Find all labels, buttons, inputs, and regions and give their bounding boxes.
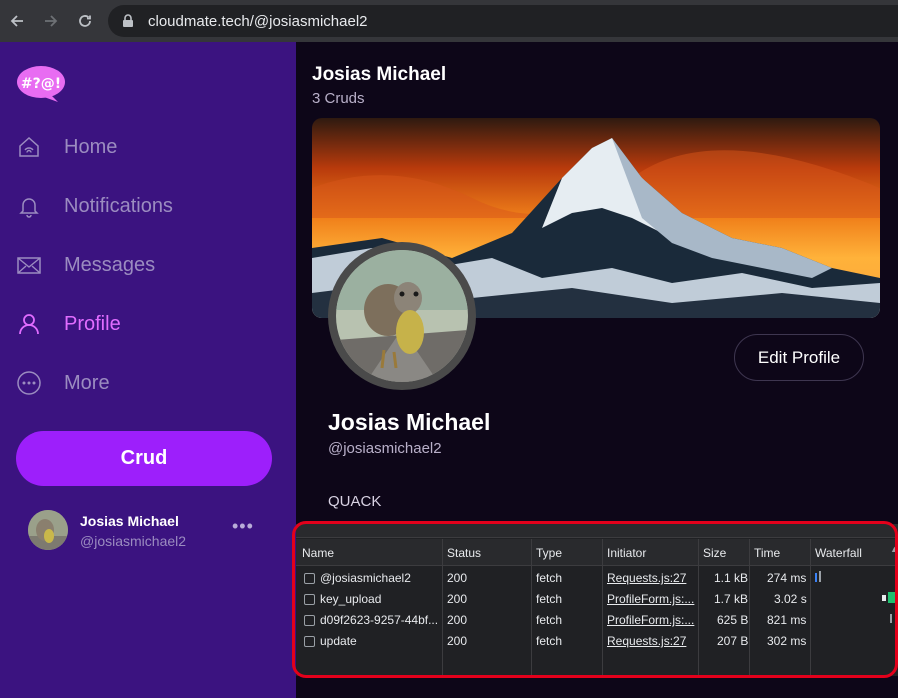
request-size: 625 B (717, 613, 749, 627)
table-row[interactable]: d09f2623-9257-44bf... 200 fetch ProfileF… (296, 610, 898, 631)
sidebar-item-label: Home (64, 135, 118, 158)
request-status: 200 (447, 613, 468, 627)
profile-handle: @josiasmichael2 (328, 440, 442, 457)
request-time: 821 ms (767, 613, 807, 627)
col-name[interactable]: Name (302, 546, 334, 560)
header-profile-name: Josias Michael (312, 64, 447, 85)
waterfall-bar (882, 595, 886, 601)
more-dots-icon[interactable]: ••• (232, 516, 254, 537)
profile-avatar[interactable] (328, 242, 476, 390)
sidebar-item-label: Messages (64, 253, 156, 276)
crud-button[interactable]: Crud (16, 431, 272, 486)
home-icon (16, 134, 42, 160)
checkbox[interactable] (304, 636, 315, 647)
sidebar-item-more[interactable]: More (0, 359, 296, 407)
back-button[interactable] (0, 0, 34, 42)
sidebar-item-label: Notifications (64, 194, 173, 217)
sort-up-icon: ▲ (890, 544, 898, 554)
address-bar[interactable]: cloudmate.tech/@josiasmichael2 (108, 5, 898, 37)
request-type: fetch (536, 634, 563, 648)
table-row[interactable]: update 200 fetch Requests.js:27 207 B 30… (296, 631, 898, 652)
edit-profile-button[interactable]: Edit Profile (734, 334, 864, 381)
arrow-right-icon (45, 15, 58, 27)
request-time: 3.02 s (774, 592, 807, 606)
col-initiator[interactable]: Initiator (607, 546, 646, 560)
user-icon (16, 311, 42, 337)
request-initiator[interactable]: ProfileForm.js:... (607, 592, 695, 606)
request-initiator[interactable]: Requests.js:27 (607, 634, 695, 648)
sidebar-item-label: More (64, 371, 110, 394)
sidebar-item-profile[interactable]: Profile (0, 300, 296, 348)
request-name: key_upload (320, 592, 382, 606)
request-size: 1.1 kB (714, 571, 749, 585)
profile-bio: QUACK (328, 493, 382, 510)
request-type: fetch (536, 571, 563, 585)
request-initiator[interactable]: Requests.js:27 (607, 571, 695, 585)
account-handle: @josiasmichael2 (80, 533, 187, 549)
request-type: fetch (536, 613, 563, 627)
col-waterfall[interactable]: Waterfall (815, 546, 862, 560)
network-table-header: Name Status Type Initiator Size Time Wat… (296, 539, 898, 566)
avatar (28, 510, 68, 550)
sidebar-item-notifications[interactable]: Notifications (0, 182, 296, 230)
bottom-strip (296, 678, 898, 698)
sidebar: #?@! Home Notifications Messages Profile… (0, 42, 296, 698)
request-time: 302 ms (767, 634, 807, 648)
lock-icon (122, 14, 140, 28)
envelope-icon (16, 252, 42, 278)
waterfall-bar (815, 573, 817, 582)
forward-button[interactable] (34, 0, 68, 42)
col-size[interactable]: Size (703, 546, 726, 560)
crud-count: 3 Cruds (312, 90, 365, 107)
profile-name: Josias Michael (328, 409, 491, 435)
reload-button[interactable] (68, 0, 102, 42)
waterfall-bar (888, 592, 898, 603)
devtools-network-panel: Name Status Type Initiator Size Time Wat… (296, 524, 898, 676)
checkbox[interactable] (304, 615, 315, 626)
waterfall-bar (819, 571, 821, 582)
arrow-left-icon (10, 15, 23, 27)
request-initiator[interactable]: ProfileForm.js:... (607, 613, 695, 627)
table-row[interactable]: key_upload 200 fetch ProfileForm.js:... … (296, 589, 898, 610)
svg-text:#?@!: #?@! (21, 76, 61, 92)
request-name: update (320, 634, 357, 648)
devtools-timeline-strip (296, 524, 898, 538)
request-size: 207 B (717, 634, 749, 648)
request-status: 200 (447, 592, 468, 606)
col-type[interactable]: Type (536, 546, 562, 560)
table-row[interactable]: @josiasmichael2 200 fetch Requests.js:27… (296, 568, 898, 589)
request-size: 1.7 kB (714, 592, 749, 606)
request-status: 200 (447, 571, 468, 585)
request-time: 274 ms (767, 571, 807, 585)
more-circle-icon (16, 370, 42, 396)
bell-icon (16, 193, 42, 219)
col-time[interactable]: Time (754, 546, 780, 560)
waterfall-bar (890, 614, 892, 623)
account-switcher[interactable]: Josias Michael @josiasmichael2 ••• (28, 508, 284, 552)
reload-icon (79, 15, 91, 27)
url-text: cloudmate.tech/@josiasmichael2 (148, 12, 368, 30)
request-name: @josiasmichael2 (320, 571, 411, 585)
request-type: fetch (536, 592, 563, 606)
request-name: d09f2623-9257-44bf... (320, 613, 438, 627)
sidebar-item-messages[interactable]: Messages (0, 241, 296, 289)
checkbox[interactable] (304, 594, 315, 605)
app-logo[interactable]: #?@! (16, 64, 66, 104)
account-name: Josias Michael (80, 513, 179, 529)
request-status: 200 (447, 634, 468, 648)
browser-toolbar: cloudmate.tech/@josiasmichael2 (0, 0, 898, 42)
checkbox[interactable] (304, 573, 315, 584)
sidebar-item-label: Profile (64, 312, 121, 335)
col-status[interactable]: Status (447, 546, 481, 560)
sidebar-item-home[interactable]: Home (0, 123, 296, 171)
